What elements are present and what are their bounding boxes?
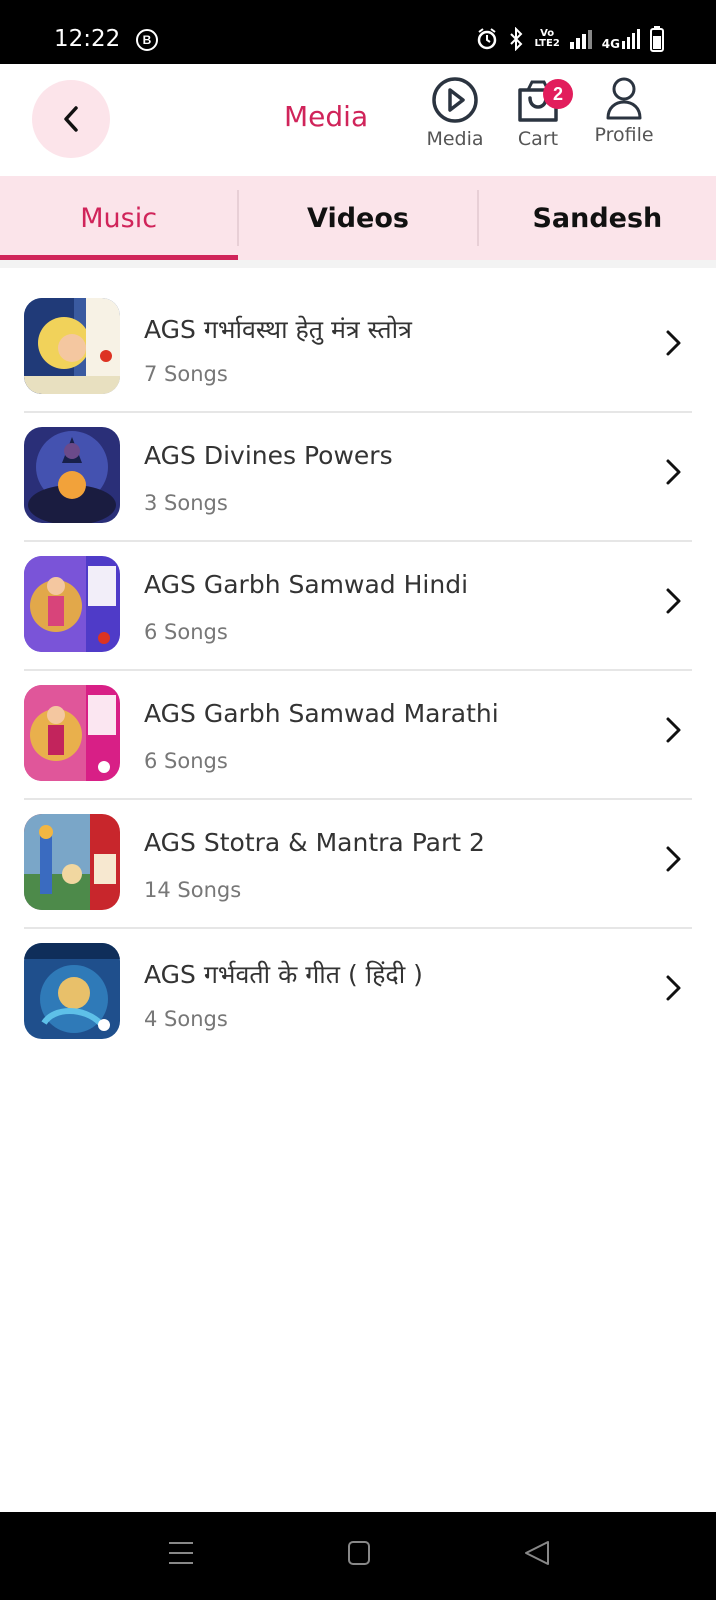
song-count: 3 Songs xyxy=(144,491,228,515)
system-nav-bar xyxy=(0,1512,716,1600)
song-count: 4 Songs xyxy=(144,1007,228,1031)
b-app-icon: B xyxy=(136,29,158,51)
list-item[interactable]: AGS Garbh Samwad Hindi 6 Songs xyxy=(24,542,692,671)
album-title: AGS Garbh Samwad Marathi xyxy=(144,699,499,728)
song-count: 7 Songs xyxy=(144,362,228,386)
chevron-right-icon xyxy=(666,846,681,872)
album-cover-image xyxy=(24,814,120,910)
chevron-right-icon xyxy=(666,459,681,485)
play-circle-icon xyxy=(432,77,478,123)
page-title: Media xyxy=(284,100,369,133)
volte-icon: Vo LTE2 xyxy=(534,28,560,49)
bluetooth-icon xyxy=(508,27,524,51)
back-button[interactable] xyxy=(32,80,110,158)
tab-sandesh[interactable]: Sandesh xyxy=(479,176,716,260)
album-list: AGS गर्भावस्था हेतु मंत्र स्तोत्र 7 Song… xyxy=(24,284,692,1058)
signal-icon-1 xyxy=(569,29,592,49)
media-tabs: Music Videos Sandesh xyxy=(0,176,716,260)
chevron-left-icon xyxy=(64,106,78,132)
chevron-right-icon xyxy=(666,975,681,1001)
alarm-icon xyxy=(476,27,498,51)
profile-label: Profile xyxy=(594,124,654,146)
album-title: AGS Stotra & Mantra Part 2 xyxy=(144,828,485,857)
album-title: AGS गर्भावस्था हेतु मंत्र स्तोत्र xyxy=(144,315,412,344)
album-title: AGS Garbh Samwad Hindi xyxy=(144,570,469,599)
status-bar: 12:22 B Vo LTE2 4G xyxy=(0,0,716,64)
chevron-right-icon xyxy=(666,588,681,614)
list-item[interactable]: AGS Divines Powers 3 Songs xyxy=(24,413,692,542)
chevron-right-icon xyxy=(666,330,681,356)
list-item[interactable]: AGS Stotra & Mantra Part 2 14 Songs xyxy=(24,800,692,929)
album-cover-image xyxy=(24,427,120,523)
tab-music[interactable]: Music xyxy=(0,176,239,260)
album-cover-image xyxy=(24,298,120,394)
tab-videos[interactable]: Videos xyxy=(239,176,476,260)
album-title: AGS Divines Powers xyxy=(144,441,393,470)
album-title: AGS गर्भवती के गीत ( हिंदी ) xyxy=(144,960,423,989)
status-icons: Vo LTE2 4G xyxy=(476,26,664,52)
song-count: 6 Songs xyxy=(144,749,228,773)
status-time: 12:22 xyxy=(54,26,121,52)
album-cover-image xyxy=(24,685,120,781)
signal-4g-icon: 4G xyxy=(602,29,640,50)
app-header: Media Media 2 Cart Profile xyxy=(0,64,716,176)
list-item[interactable]: AGS Garbh Samwad Marathi 6 Songs xyxy=(24,671,692,800)
song-count: 6 Songs xyxy=(144,620,228,644)
cart-count-badge: 2 xyxy=(543,79,573,109)
user-icon xyxy=(606,77,642,120)
cart-button[interactable]: 2 Cart xyxy=(503,76,573,150)
media-button[interactable]: Media xyxy=(420,76,490,150)
menu-icon[interactable] xyxy=(168,1540,194,1566)
album-cover-image xyxy=(24,556,120,652)
list-item[interactable]: AGS गर्भावस्था हेतु मंत्र स्तोत्र 7 Song… xyxy=(24,284,692,413)
album-cover-image xyxy=(24,943,120,1039)
cart-label: Cart xyxy=(517,128,559,150)
list-item[interactable]: AGS गर्भवती के गीत ( हिंदी ) 4 Songs xyxy=(24,929,692,1058)
battery-icon xyxy=(650,26,664,52)
chevron-right-icon xyxy=(666,717,681,743)
tab-separator xyxy=(0,260,716,268)
media-label: Media xyxy=(426,128,484,150)
back-triangle-icon[interactable] xyxy=(524,1540,550,1566)
song-count: 14 Songs xyxy=(144,878,242,902)
home-icon[interactable] xyxy=(347,1540,371,1566)
profile-button[interactable]: Profile xyxy=(588,76,660,146)
